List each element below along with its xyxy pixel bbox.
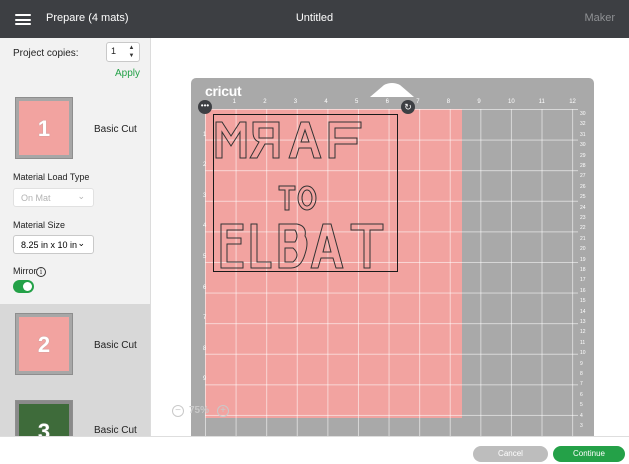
ruler-left-tick: 5 [203, 254, 207, 260]
mat-thumbnail[interactable]: 2 [15, 313, 73, 375]
ruler-left-tick: 8 [203, 345, 207, 352]
farm-to-table-design[interactable] [213, 114, 398, 272]
ruler-right-tick: 28 [580, 163, 586, 169]
zoom-control: − 75% + [172, 404, 232, 420]
ruler-right-tick: 14 [580, 308, 586, 315]
mat-number: 2 [37, 332, 51, 357]
ruler-left-tick: 2 [203, 162, 207, 169]
ruler-right-tick: 26 [580, 183, 586, 190]
ruler-top-tick: 7 [416, 99, 420, 105]
ruler-right-tick: 21 [580, 235, 586, 242]
ruler-right-tick: 15 [580, 298, 586, 305]
mat-sidebar: Project copies: 1 ▲ ▼ Apply 1 Basic Cut M… [0, 38, 151, 464]
cancel-button[interactable]: Cancel [473, 446, 548, 462]
ruler-right-tick: 25 [580, 194, 586, 201]
ruler-right-tick: 29 [580, 152, 586, 159]
ruler-right-tick: 5 [580, 402, 583, 409]
info-icon[interactable]: i [36, 267, 46, 277]
ruler-left-tick: 9 [203, 376, 207, 383]
prepare-title: Prepare (4 mats) [46, 12, 129, 24]
ruler-top-tick: 6 [385, 99, 389, 105]
ruler-top-tick: 12 [569, 99, 576, 105]
hamburger-menu-icon[interactable] [15, 14, 31, 25]
rotate-icon[interactable]: ↻ [401, 100, 415, 114]
ruler-top-tick: 9 [477, 99, 481, 105]
mat-hanger-tab [370, 83, 414, 97]
ruler-left-tick: 1 [203, 131, 207, 138]
project-copies-label: Project copies: [13, 48, 79, 59]
top-bar: Prepare (4 mats) Untitled Maker [0, 0, 629, 38]
ruler-top-tick: 10 [508, 99, 515, 105]
continue-button[interactable]: Continue [553, 446, 625, 462]
material-size-label: Material Size [13, 220, 66, 230]
material-size-select[interactable]: 8.25 in x 10 in ⌄ [13, 235, 94, 254]
ruler-right-tick: 24 [580, 204, 586, 211]
zoom-in-icon[interactable]: + [217, 405, 229, 417]
ruler-left-tick: 6 [203, 284, 207, 291]
ruler-right-tick: 30 [580, 142, 586, 149]
ruler-right-tick: 27 [580, 173, 586, 180]
prepare-screen: Prepare (4 mats) Untitled Maker Project … [0, 0, 629, 464]
mirror-toggle[interactable] [13, 280, 34, 293]
zoom-out-icon[interactable]: − [172, 405, 184, 417]
ruler-right: 30 32 31 30 29 28 27 26 25 24 23 22 21 20 19 18 17 16 15 14… [578, 109, 592, 435]
zoom-level: 75% [189, 405, 210, 416]
ruler-left-tick: 4 [203, 223, 207, 230]
ruler-right-tick: 3 [580, 423, 583, 429]
ruler-right-tick: 4 [580, 412, 583, 419]
chevron-down-icon: ⌄ [77, 238, 85, 248]
material-load-type-value: On Mat [21, 193, 51, 203]
material-size-value: 8.25 in x 10 in [21, 240, 78, 250]
project-copies-value: 1 [111, 46, 117, 56]
material-load-type-label: Material Load Type [13, 172, 90, 182]
ruler-right-tick: 7 [580, 381, 583, 388]
ruler-top-tick: 8 [446, 99, 451, 105]
ruler-right-tick: 23 [580, 215, 586, 221]
ruler-top-tick: 4 [324, 99, 328, 105]
ruler-right-tick: 16 [580, 287, 586, 294]
ruler-right-tick: 31 [580, 131, 586, 138]
cricut-logo: cricut [205, 83, 242, 99]
ruler-right-tick: 11 [580, 339, 586, 346]
more-options-icon[interactable]: ••• [198, 100, 212, 114]
stepper-arrows-icon[interactable]: ▲ ▼ [128, 44, 135, 60]
ruler-right-tick: 9 [580, 360, 583, 367]
project-copies-stepper[interactable]: 1 ▲ ▼ [106, 42, 140, 62]
ruler-left-tick: 7 [203, 315, 207, 322]
ruler-right-tick: 17 [580, 277, 586, 284]
ruler-top: 1 2 3 4 5 6 7 8 9 10 11 12 [205, 99, 593, 109]
mat-thumbnail[interactable]: 1 [15, 97, 73, 159]
mat-cut-label: Basic Cut [94, 340, 137, 351]
ruler-right-tick: 18 [580, 267, 586, 273]
apply-button[interactable]: Apply [115, 68, 140, 79]
ruler-right-tick: 22 [580, 225, 586, 232]
ruler-right-tick: 12 [580, 329, 586, 336]
mat-cut-label: Basic Cut [94, 425, 137, 436]
machine-name[interactable]: Maker [584, 12, 615, 24]
ruler-top-tick: 3 [293, 99, 298, 105]
ruler-right-tick: 8 [580, 371, 583, 377]
ruler-right-tick: 32 [580, 121, 586, 128]
mat-number: 1 [37, 116, 51, 141]
mat-item-2[interactable]: 2 Basic Cut [0, 304, 150, 398]
ruler-right-tick: 19 [580, 256, 586, 263]
material-load-type-select: On Mat ⌄ [13, 188, 94, 207]
mat-cut-label: Basic Cut [94, 124, 137, 135]
mirror-label: Mirror [13, 266, 37, 276]
chevron-down-icon: ⌄ [77, 191, 85, 201]
ruler-top-tick: 11 [538, 99, 545, 105]
mat-item-1[interactable]: 1 Basic Cut Material Load Type On Mat ⌄ … [0, 86, 150, 304]
ruler-left-tick: 3 [203, 192, 207, 199]
ruler-top-tick: 2 [263, 99, 267, 105]
ruler-top-tick: 5 [355, 99, 359, 105]
ruler-right-tick: 30 [580, 111, 586, 117]
ruler-right-tick: 13 [580, 319, 586, 325]
ruler-right-tick: 6 [580, 391, 583, 398]
ruler-top-tick: 1 [232, 99, 236, 105]
ruler-right-tick: 20 [580, 246, 586, 253]
project-copies-section: Project copies: 1 ▲ ▼ Apply [0, 38, 150, 86]
ruler-right-tick: 10 [580, 350, 586, 357]
